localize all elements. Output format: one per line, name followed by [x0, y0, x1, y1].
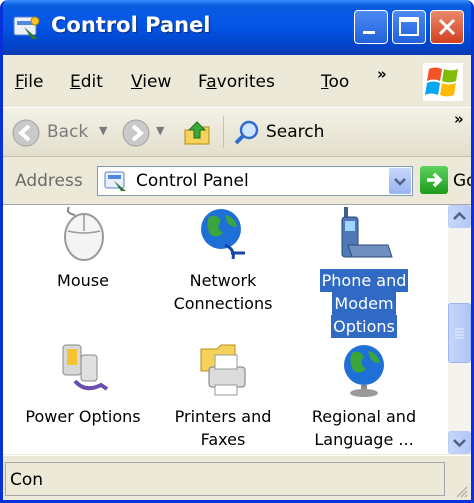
address-bar: Address Control Panel Go — [3, 158, 471, 205]
maximize-button[interactable] — [392, 10, 426, 44]
address-value[interactable]: Control Panel — [136, 171, 249, 191]
go-label[interactable]: Go — [453, 171, 471, 191]
item-mouse[interactable]: Mouse — [13, 205, 153, 292]
item-label-line: Phone and — [319, 269, 409, 292]
control-panel-icon — [13, 16, 40, 39]
mouse-icon — [64, 206, 104, 261]
menu-bar: File Edit View Favorites Too » — [3, 55, 471, 108]
item-label-line: Options — [331, 315, 397, 338]
menu-view-rest: iew — [142, 72, 172, 92]
item-label-line: Printers and — [174, 407, 272, 426]
item-network-connections[interactable]: Network Connections — [153, 205, 293, 315]
menu-file-accel: F — [15, 72, 24, 92]
back-arrow-icon[interactable] — [11, 118, 41, 148]
minimize-button[interactable] — [354, 10, 388, 44]
control-panel-small-icon — [104, 171, 126, 191]
forward-arrow-icon[interactable] — [121, 118, 151, 148]
close-button[interactable] — [430, 10, 464, 44]
item-regional-language[interactable]: Regional and Language ... — [294, 341, 434, 451]
title-bar[interactable]: Control Panel — [3, 0, 471, 55]
icon-view: Mouse Network Connections Phone and Mode… — [3, 205, 448, 454]
item-label-line: Regional and — [311, 407, 417, 426]
back-dropdown-icon[interactable]: ▼ — [99, 124, 107, 137]
status-bar: Con — [3, 455, 471, 500]
item-label-line: Faxes — [200, 430, 246, 449]
menu-edit-accel: E — [70, 72, 81, 92]
item-power-options[interactable]: Power Options — [13, 341, 153, 428]
chevron-down-icon — [394, 178, 406, 186]
scroll-thumb[interactable] — [448, 303, 471, 363]
status-text: Con — [10, 470, 44, 490]
maximize-icon — [399, 17, 419, 36]
regional-language-icon — [344, 345, 384, 397]
item-label-line: Network — [189, 271, 257, 290]
status-pane: Con — [5, 462, 445, 496]
menu-view[interactable]: View — [131, 72, 171, 92]
menu-file-rest: ile — [23, 72, 44, 92]
item-phone-modem-options[interactable]: Phone and Modem Options — [294, 205, 434, 338]
chevron-up-icon — [453, 211, 466, 220]
back-button-label[interactable]: Back — [47, 122, 88, 142]
menu-tools-accel: T — [321, 72, 329, 92]
phone-modem-icon — [341, 207, 393, 258]
item-printers-faxes[interactable]: Printers and Faxes — [153, 341, 293, 451]
menu-tools[interactable]: Too — [321, 72, 349, 92]
power-options-icon — [62, 344, 109, 391]
control-panel-window: Control Panel File Edit View Favorites T… — [0, 0, 474, 503]
scroll-up-button[interactable] — [448, 205, 471, 228]
menu-favorites[interactable]: Favorites — [198, 72, 275, 92]
search-icon[interactable] — [232, 118, 262, 148]
menu-favorites-rest: vorites — [216, 72, 275, 92]
grip-lines-icon — [455, 328, 464, 339]
network-connections-icon — [201, 209, 245, 260]
menu-edit-rest: dit — [80, 72, 103, 92]
toolbar-separator — [223, 116, 224, 148]
forward-dropdown-icon[interactable]: ▼ — [156, 124, 164, 137]
item-label: Power Options — [25, 407, 141, 426]
window-title: Control Panel — [51, 13, 211, 37]
menu-tools-rest: oo — [328, 72, 350, 92]
menu-favorites-pre: F — [198, 72, 207, 92]
go-button[interactable] — [420, 166, 448, 194]
address-combobox[interactable]: Control Panel — [97, 166, 413, 196]
scroll-down-button[interactable] — [448, 431, 471, 454]
standard-toolbar: Back ▼ ▼ Search » — [3, 108, 471, 157]
menu-edit[interactable]: Edit — [70, 72, 103, 92]
toolbar-more-chevron[interactable]: » — [454, 110, 464, 128]
item-label-line: Modem — [332, 292, 396, 315]
menu-favorites-accel: a — [206, 72, 217, 92]
resize-grip-icon[interactable] — [454, 484, 468, 498]
search-button-label[interactable]: Search — [266, 122, 324, 142]
menu-file[interactable]: File — [15, 72, 43, 92]
windows-logo-icon — [423, 63, 463, 101]
address-label: Address — [15, 171, 83, 191]
item-label-line: Language ... — [314, 430, 414, 449]
item-label-line: Connections — [173, 294, 273, 313]
menu-view-accel: V — [131, 72, 143, 92]
address-dropdown-button[interactable] — [389, 168, 411, 194]
up-folder-icon[interactable] — [181, 116, 213, 148]
printers-faxes-icon — [200, 344, 246, 396]
go-arrow-icon — [427, 172, 443, 188]
item-label: Mouse — [57, 271, 109, 290]
close-icon — [438, 18, 456, 36]
minimize-icon — [363, 31, 375, 34]
menu-more-chevron[interactable]: » — [377, 65, 387, 83]
vertical-scrollbar[interactable] — [448, 205, 471, 454]
chevron-down-icon — [453, 439, 466, 448]
